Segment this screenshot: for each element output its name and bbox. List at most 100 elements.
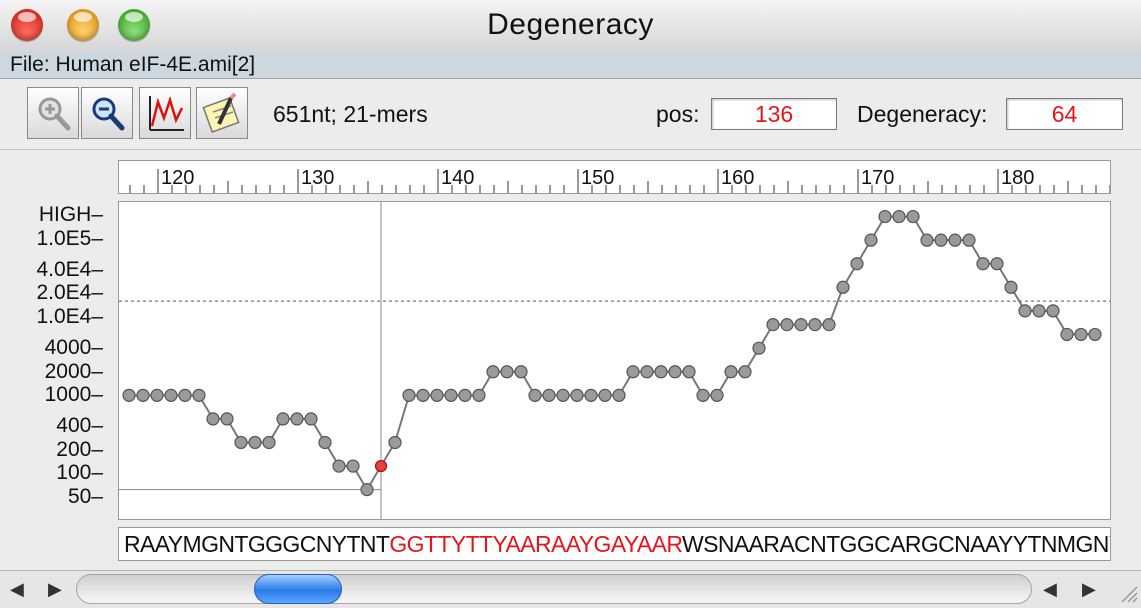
- data-point[interactable]: [934, 233, 948, 247]
- data-point[interactable]: [360, 483, 374, 497]
- data-point[interactable]: [220, 412, 234, 426]
- data-point[interactable]: [1032, 304, 1046, 318]
- horizontal-scrollbar[interactable]: ◀ ▶ ◀ ▶: [0, 570, 1141, 608]
- data-point[interactable]: [976, 257, 990, 271]
- y-tick-label: 100–: [56, 461, 103, 485]
- data-point[interactable]: [1060, 327, 1074, 342]
- data-point[interactable]: [710, 388, 724, 402]
- sequence-text: RAAYMGNTGGGCNYTNTGGTTYTTYAARAAYGAYAARWSN…: [124, 531, 1110, 558]
- data-point[interactable]: [1088, 327, 1102, 342]
- ruler-tick-label: 120: [161, 167, 194, 189]
- graph-icon: [149, 95, 184, 131]
- data-point[interactable]: [1018, 304, 1032, 318]
- data-point[interactable]: [346, 459, 360, 473]
- data-point[interactable]: [570, 388, 584, 402]
- y-tick-label: 1000–: [44, 383, 103, 407]
- data-point[interactable]: [1046, 304, 1060, 318]
- data-point[interactable]: [178, 388, 192, 402]
- y-tick-label: 1.0E4–: [36, 304, 103, 328]
- data-point[interactable]: [332, 459, 346, 473]
- data-point[interactable]: [164, 388, 178, 402]
- data-point[interactable]: [780, 318, 794, 332]
- file-label: File: Human eIF-4E.ami[2]: [10, 53, 256, 76]
- highlighted-data-point[interactable]: [374, 459, 388, 473]
- data-point[interactable]: [122, 388, 136, 402]
- data-point[interactable]: [458, 388, 472, 402]
- data-point[interactable]: [528, 388, 542, 402]
- data-point[interactable]: [962, 233, 976, 247]
- data-point[interactable]: [906, 209, 920, 224]
- data-point[interactable]: [150, 388, 164, 402]
- data-point[interactable]: [514, 365, 528, 379]
- data-point[interactable]: [234, 435, 248, 450]
- data-point[interactable]: [682, 365, 696, 379]
- data-point[interactable]: [626, 365, 640, 379]
- data-point[interactable]: [612, 388, 626, 402]
- data-point[interactable]: [1074, 327, 1088, 342]
- data-point[interactable]: [318, 435, 332, 450]
- data-point[interactable]: [850, 257, 864, 271]
- scroll-right-arrow-right-icon[interactable]: ▶: [1082, 579, 1096, 600]
- data-point[interactable]: [136, 388, 150, 402]
- degeneracy-chart: [119, 202, 1110, 519]
- data-point[interactable]: [388, 435, 402, 450]
- data-point[interactable]: [584, 388, 598, 402]
- data-point[interactable]: [556, 388, 570, 402]
- data-point[interactable]: [808, 318, 822, 332]
- data-point[interactable]: [430, 388, 444, 402]
- zoom-in-button[interactable]: [27, 87, 79, 139]
- data-point[interactable]: [598, 388, 612, 402]
- data-point[interactable]: [262, 435, 276, 450]
- data-point[interactable]: [696, 388, 710, 402]
- ruler-tick-label: 150: [581, 167, 614, 189]
- data-point[interactable]: [472, 388, 486, 402]
- scroll-left-arrow-icon[interactable]: ◀: [10, 579, 24, 600]
- sequence-strip: RAAYMGNTGGGCNYTNTGGTTYTTYAARAAYGAYAARWSN…: [118, 527, 1111, 561]
- scroll-right-arrow-icon[interactable]: ▶: [48, 579, 62, 600]
- data-point[interactable]: [1004, 280, 1018, 294]
- data-point[interactable]: [990, 257, 1004, 271]
- resize-grip-icon[interactable]: [1118, 583, 1138, 603]
- data-point[interactable]: [640, 365, 654, 379]
- data-point[interactable]: [864, 233, 878, 247]
- data-point[interactable]: [206, 412, 220, 426]
- graph-button[interactable]: [139, 87, 191, 139]
- data-point[interactable]: [402, 388, 416, 402]
- data-point[interactable]: [290, 412, 304, 426]
- y-tick-label: 1.0E5–: [36, 226, 103, 250]
- data-point[interactable]: [500, 365, 514, 379]
- data-point[interactable]: [892, 209, 906, 224]
- scroll-left-arrow-right-icon[interactable]: ◀: [1043, 579, 1057, 600]
- data-point[interactable]: [752, 341, 766, 355]
- scroll-thumb[interactable]: [254, 574, 342, 604]
- ruler-svg: 120 130 140 150 160 170 180: [129, 167, 1111, 193]
- degeneracy-field[interactable]: 64: [1006, 98, 1123, 130]
- data-point[interactable]: [668, 365, 682, 379]
- y-tick-label: HIGH–: [38, 203, 103, 226]
- data-point[interactable]: [836, 280, 850, 294]
- data-point[interactable]: [654, 365, 668, 379]
- data-point[interactable]: [486, 365, 500, 379]
- data-point[interactable]: [738, 365, 752, 379]
- scroll-track[interactable]: [76, 574, 1032, 604]
- data-point[interactable]: [192, 388, 206, 402]
- degeneracy-plot[interactable]: [118, 201, 1111, 520]
- data-point[interactable]: [878, 209, 892, 224]
- zoom-out-button[interactable]: [81, 87, 133, 139]
- pos-field[interactable]: 136: [711, 98, 837, 130]
- data-point[interactable]: [304, 412, 318, 426]
- data-point[interactable]: [248, 435, 262, 450]
- data-point[interactable]: [416, 388, 430, 402]
- data-point[interactable]: [724, 365, 738, 379]
- data-point[interactable]: [444, 388, 458, 402]
- edit-button[interactable]: [196, 87, 248, 139]
- data-point[interactable]: [948, 233, 962, 247]
- data-point[interactable]: [766, 318, 780, 332]
- y-tick-label: 2.0E4–: [36, 281, 103, 305]
- data-point[interactable]: [276, 412, 290, 426]
- data-point[interactable]: [794, 318, 808, 332]
- ruler-tick-label: 160: [721, 167, 754, 189]
- data-point[interactable]: [920, 233, 934, 247]
- data-point[interactable]: [542, 388, 556, 402]
- data-point[interactable]: [822, 318, 836, 332]
